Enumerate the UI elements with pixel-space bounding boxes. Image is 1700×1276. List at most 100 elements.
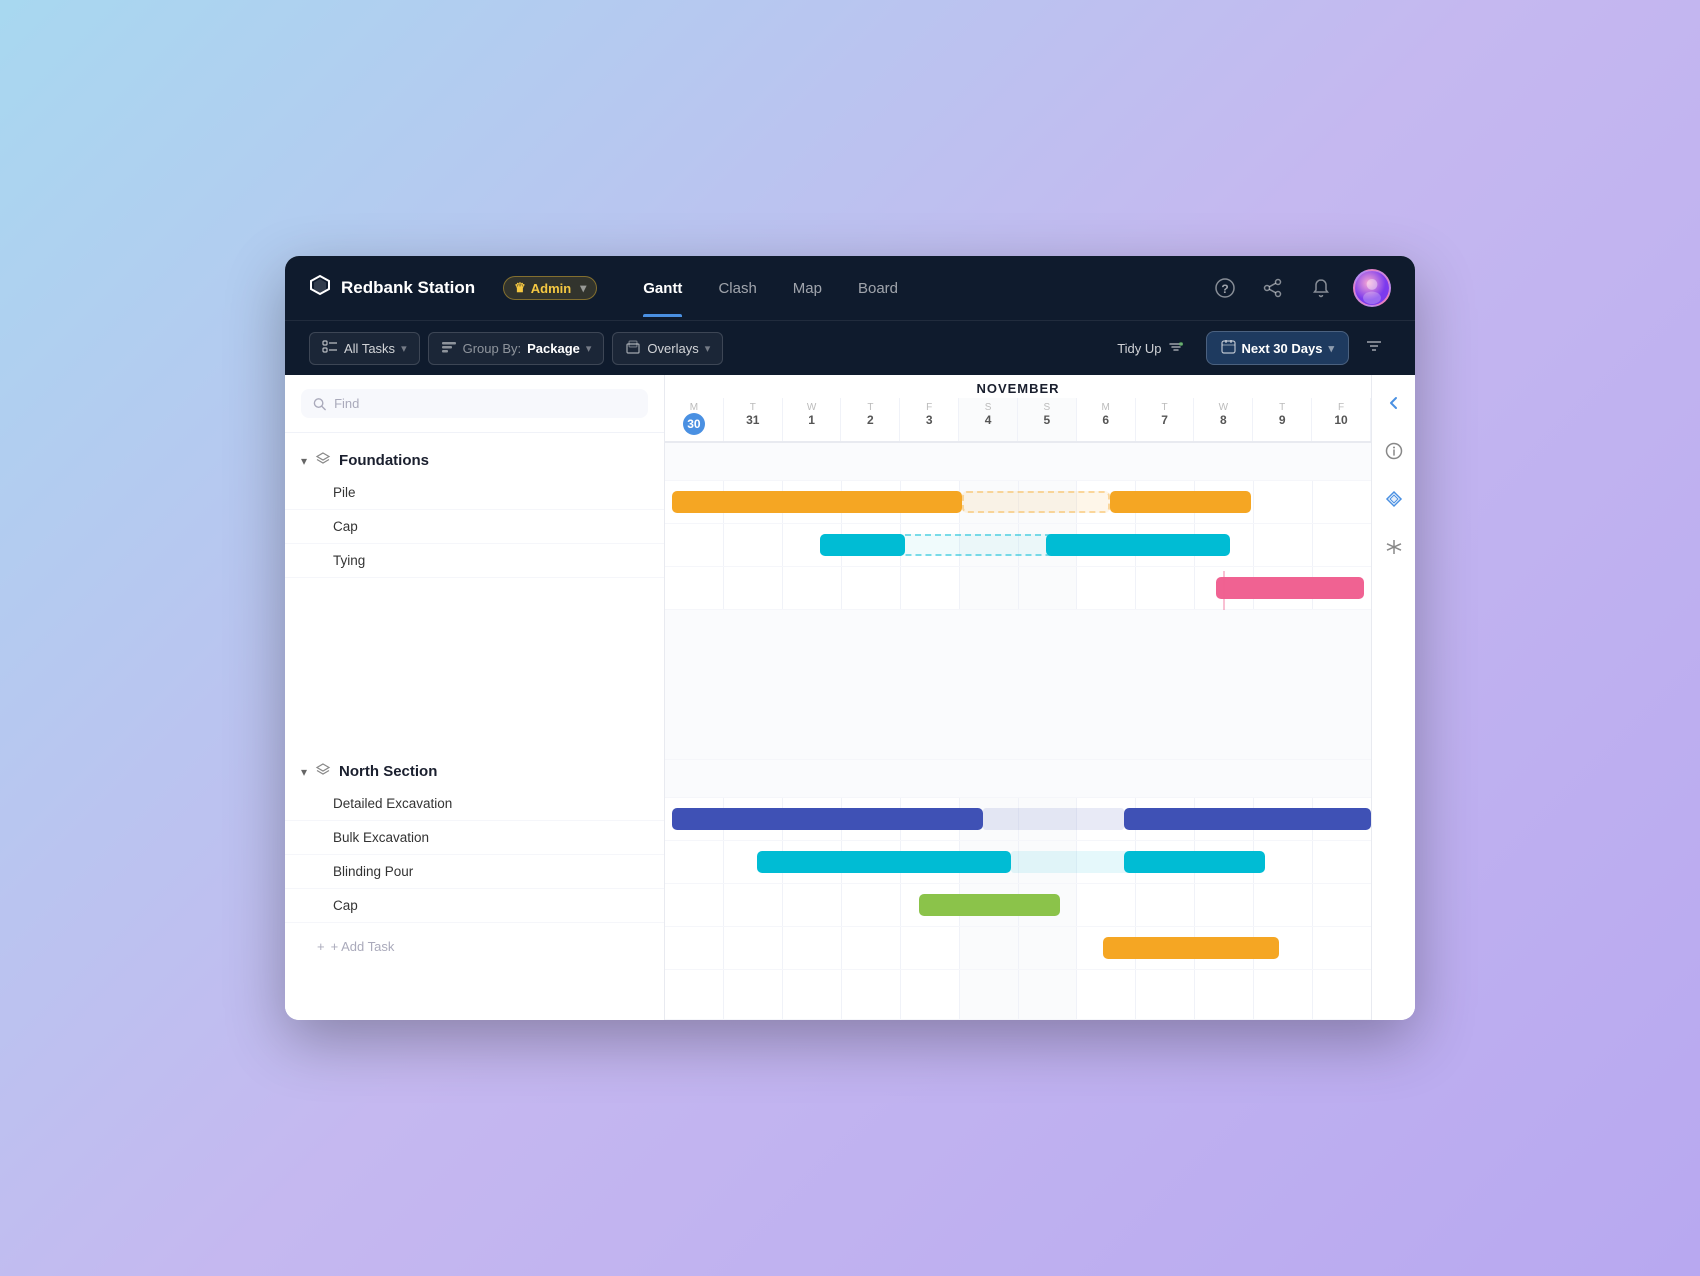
asterisk-icon[interactable] bbox=[1378, 531, 1410, 563]
group-north-section-header[interactable]: ▾ North Section bbox=[285, 752, 664, 787]
overlays-label: Overlays bbox=[647, 341, 698, 356]
north-section-title: North Section bbox=[339, 763, 437, 780]
gantt-rows bbox=[665, 443, 1371, 1020]
cap-bar-cyan-left[interactable] bbox=[820, 534, 905, 556]
gantt-spacer-1 bbox=[665, 610, 1371, 760]
detailed-excavation-gap bbox=[983, 808, 1124, 830]
next-30-days-button[interactable]: Next 30 Days ▾ bbox=[1206, 331, 1349, 365]
avatar[interactable] bbox=[1353, 269, 1391, 307]
tying-connector bbox=[1223, 571, 1225, 611]
all-tasks-label: All Tasks bbox=[344, 341, 395, 356]
bulk-excavation-bar-right[interactable] bbox=[1124, 851, 1265, 873]
tab-gantt[interactable]: Gantt bbox=[627, 260, 698, 317]
pile-bar-solid-2[interactable] bbox=[1110, 491, 1251, 513]
gantt-area: NOVEMBER M 30 T 31 W 1 T bbox=[665, 375, 1371, 1020]
group-by-button[interactable]: Group By: Package ▾ bbox=[428, 332, 605, 365]
day-7: T 7 bbox=[1136, 398, 1195, 441]
admin-badge[interactable]: ♛ Admin ▾ bbox=[503, 276, 597, 300]
task-cap-foundations[interactable]: Cap bbox=[285, 510, 664, 544]
group-foundations-header[interactable]: ▾ Foundations bbox=[285, 441, 664, 476]
header: Redbank Station ♛ Admin ▾ Gantt Clash Ma… bbox=[285, 256, 1415, 320]
detailed-excavation-bar-left[interactable] bbox=[672, 808, 983, 830]
next-30-days-label: Next 30 Days bbox=[1242, 341, 1323, 356]
bulk-excavation-bar-left[interactable] bbox=[757, 851, 1011, 873]
search-icon bbox=[313, 397, 326, 411]
diamond-icon[interactable] bbox=[1378, 483, 1410, 515]
cap-bar-cyan-right[interactable] bbox=[1046, 534, 1230, 556]
gantt-add-task-row bbox=[665, 970, 1371, 1020]
foundations-spacer bbox=[285, 594, 664, 744]
group-north-section: ▾ North Section Detailed Excavation Bulk… bbox=[285, 744, 664, 970]
day-9: T 9 bbox=[1253, 398, 1312, 441]
day-31: T 31 bbox=[724, 398, 783, 441]
app-window: Redbank Station ♛ Admin ▾ Gantt Clash Ma… bbox=[285, 256, 1415, 1020]
calendar-icon bbox=[1221, 339, 1236, 357]
gantt-pile-row bbox=[665, 481, 1371, 524]
search-input[interactable] bbox=[334, 396, 636, 411]
blinding-pour-bar[interactable] bbox=[919, 894, 1060, 916]
tidy-up-label: Tidy Up bbox=[1117, 341, 1161, 356]
overlays-chevron-icon: ▾ bbox=[705, 342, 711, 355]
task-bulk-excavation[interactable]: Bulk Excavation bbox=[285, 821, 664, 855]
back-arrow-icon[interactable] bbox=[1378, 387, 1410, 419]
tab-map[interactable]: Map bbox=[777, 260, 838, 317]
admin-chevron-icon: ▾ bbox=[580, 281, 586, 295]
main-content: ▾ Foundations Pile Cap Tying bbox=[285, 375, 1415, 1020]
tidy-up-button[interactable]: Tidy Up bbox=[1103, 333, 1197, 364]
day-6: M 6 bbox=[1077, 398, 1136, 441]
overlays-button[interactable]: Overlays ▾ bbox=[612, 332, 723, 365]
crown-icon: ♛ bbox=[514, 280, 526, 296]
tab-clash[interactable]: Clash bbox=[702, 260, 772, 317]
day-8: W 8 bbox=[1194, 398, 1253, 441]
tab-board[interactable]: Board bbox=[842, 260, 914, 317]
task-blinding-pour[interactable]: Blinding Pour bbox=[285, 855, 664, 889]
bell-icon[interactable] bbox=[1305, 272, 1337, 304]
share-icon[interactable] bbox=[1257, 272, 1289, 304]
foundations-layers-icon bbox=[315, 451, 331, 470]
info-icon[interactable] bbox=[1378, 435, 1410, 467]
overlays-icon bbox=[625, 339, 641, 358]
logo-icon bbox=[309, 274, 331, 302]
pile-bar-solid[interactable] bbox=[672, 491, 961, 513]
gantt-foundations-header-row bbox=[665, 443, 1371, 481]
svg-text:?: ? bbox=[1221, 282, 1228, 296]
logo-area: Redbank Station bbox=[309, 274, 475, 302]
tying-bar-pink[interactable] bbox=[1216, 577, 1364, 599]
gantt-north-section-header-row bbox=[665, 760, 1371, 798]
left-panel: ▾ Foundations Pile Cap Tying bbox=[285, 375, 665, 1020]
gantt-detailed-excavation-row bbox=[665, 798, 1371, 841]
north-section-task-list: Detailed Excavation Bulk Excavation Blin… bbox=[285, 787, 664, 931]
day-4: S 4 bbox=[959, 398, 1018, 441]
task-detailed-excavation[interactable]: Detailed Excavation bbox=[285, 787, 664, 821]
gantt-bulk-excavation-row bbox=[665, 841, 1371, 884]
add-task-button[interactable]: + + Add Task bbox=[285, 931, 664, 962]
task-tying[interactable]: Tying bbox=[285, 544, 664, 578]
day-3: F 3 bbox=[900, 398, 959, 441]
group-by-label: Group By: bbox=[463, 341, 522, 356]
day-2: T 2 bbox=[841, 398, 900, 441]
add-task-plus-icon: + bbox=[317, 939, 325, 954]
right-sidebar bbox=[1371, 375, 1415, 1020]
cap-north-bar[interactable] bbox=[1103, 937, 1280, 959]
detailed-excavation-bar-right[interactable] bbox=[1124, 808, 1371, 830]
task-pile[interactable]: Pile bbox=[285, 476, 664, 510]
search-bar bbox=[285, 375, 664, 433]
toolbar: All Tasks ▾ Group By: Package ▾ bbox=[285, 320, 1415, 375]
calendar-header: NOVEMBER M 30 T 31 W 1 T bbox=[665, 375, 1371, 443]
search-input-wrap bbox=[301, 389, 648, 418]
admin-label: Admin bbox=[531, 281, 571, 296]
month-label: NOVEMBER bbox=[665, 375, 1371, 398]
help-icon[interactable]: ? bbox=[1209, 272, 1241, 304]
filter-icon[interactable] bbox=[1357, 333, 1391, 364]
avatar-inner bbox=[1355, 271, 1389, 305]
all-tasks-button[interactable]: All Tasks ▾ bbox=[309, 332, 420, 365]
gantt-tying-row bbox=[665, 567, 1371, 610]
gantt-blinding-pour-row bbox=[665, 884, 1371, 927]
add-task-label: + Add Task bbox=[331, 939, 395, 954]
all-tasks-chevron-icon: ▾ bbox=[401, 342, 407, 355]
day-10: F 10 bbox=[1312, 398, 1371, 441]
north-section-layers-icon bbox=[315, 762, 331, 781]
north-section-chevron-icon: ▾ bbox=[301, 765, 307, 779]
pile-bar-light bbox=[962, 491, 1110, 513]
task-cap-north[interactable]: Cap bbox=[285, 889, 664, 923]
